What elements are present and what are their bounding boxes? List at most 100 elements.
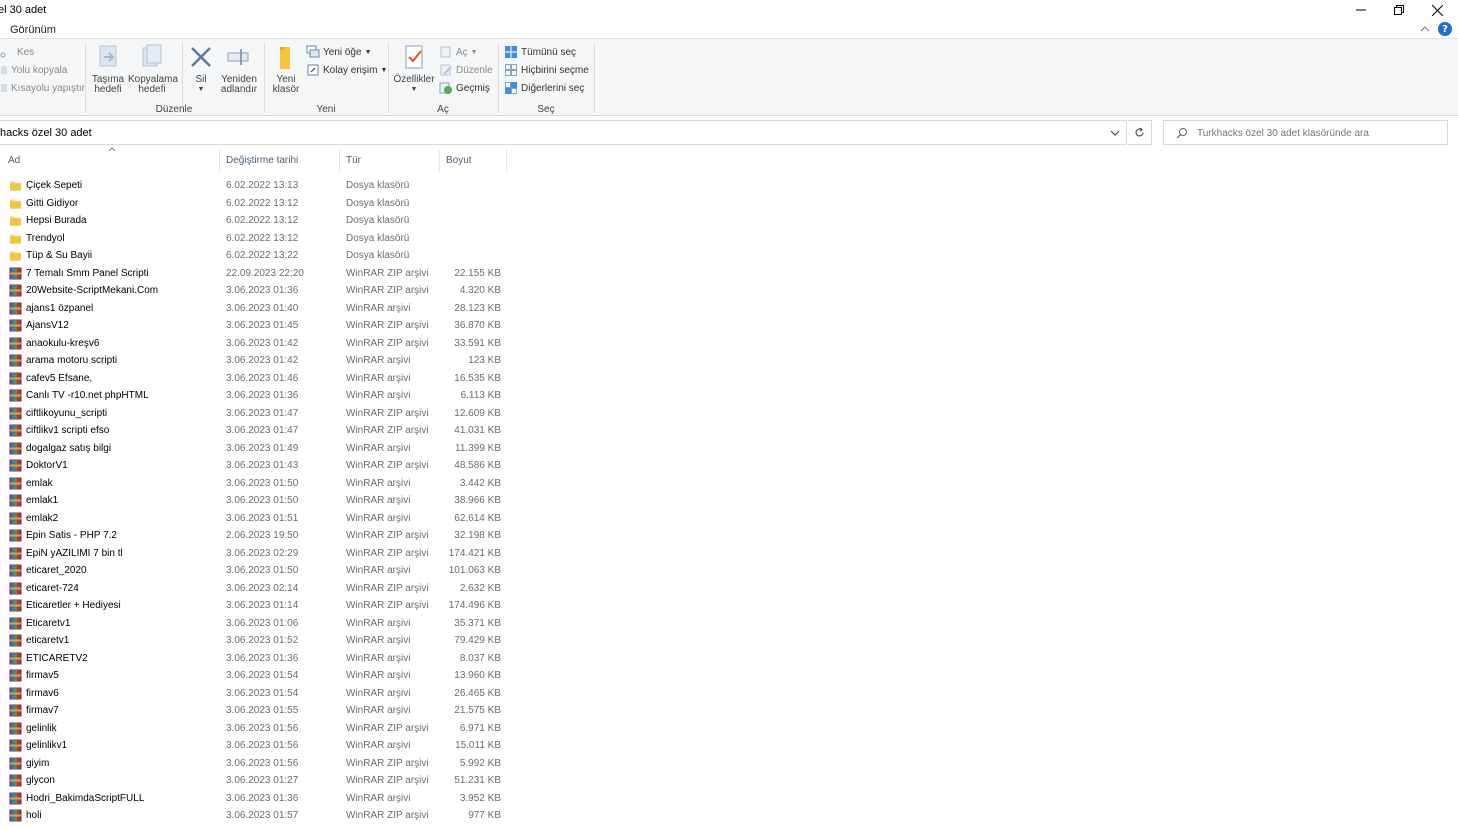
file-name: gelinlikv1 <box>26 740 68 751</box>
file-type: WinRAR arşivi <box>346 635 411 646</box>
file-row[interactable]: 7 Temalı Smm Panel Scripti 22.09.2023 22:… <box>0 265 515 283</box>
file-row[interactable]: Epin Satis - PHP 7.2 2.06.2023 19:50 WinRA… <box>0 527 515 545</box>
winrar-archive-icon <box>9 529 22 542</box>
file-row[interactable]: anaokulu-kreşv6 3.06.2023 01:42 WinRAR ZIP… <box>0 335 515 353</box>
file-row[interactable]: eticaretv1 3.06.2023 01:52 WinRAR arşivi 79… <box>0 632 515 650</box>
file-row[interactable]: ciftlikoyunu_scripti 3.06.2023 01:47 WinRA… <box>0 405 515 423</box>
file-row[interactable]: EpiN yAZILIMI 7 bin tl 3.06.2023 02:29 Win… <box>0 545 515 563</box>
file-row[interactable]: emlak2 3.06.2023 01:51 WinRAR arşivi 62.614… <box>0 510 515 528</box>
file-row[interactable]: ETICARETV2 3.06.2023 01:36 WinRAR arşivi 8.… <box>0 650 515 668</box>
file-row[interactable]: firmav7 3.06.2023 01:55 WinRAR arşivi 21.57… <box>0 702 515 720</box>
edit-button[interactable]: Düzenle <box>439 62 493 78</box>
file-size: 22.155 KB <box>454 267 501 279</box>
file-row[interactable]: eticaret-724 3.06.2023 02:14 WinRAR ZIP ar… <box>0 580 515 598</box>
file-type: WinRAR arşivi <box>346 792 411 804</box>
file-row[interactable]: dogalgaz satış bilgi 3.06.2023 01:49 WinRA… <box>0 440 515 458</box>
new-item-button[interactable]: Yeni öğe ▼ <box>306 44 372 60</box>
select-none-icon <box>504 63 518 77</box>
file-modified-date: 3.06.2023 01:55 <box>226 705 299 716</box>
file-row[interactable]: arama motoru scripti 3.06.2023 01:42 WinRA… <box>0 352 515 370</box>
file-type: WinRAR ZIP arşivi <box>346 267 429 279</box>
file-row[interactable]: emlak1 3.06.2023 01:50 WinRAR arşivi 38.966… <box>0 492 515 510</box>
file-row[interactable]: firmav5 3.06.2023 01:54 WinRAR arşivi 13.96… <box>0 667 515 685</box>
easy-access-button[interactable]: Kolay erişim ▼ <box>306 62 387 78</box>
winrar-archive-icon <box>9 337 22 350</box>
address-bar[interactable]: hacks özel 30 adet <box>0 120 1127 145</box>
file-name: emlak <box>26 477 53 489</box>
file-row[interactable]: Çiçek Sepeti 6.02.2022 13:13 Dosya klasörü <box>0 177 515 195</box>
file-row[interactable]: DoktorV1 3.06.2023 01:43 WinRAR ZIP arşivi… <box>0 457 515 475</box>
file-type: WinRAR ZIP arşivi <box>346 547 429 559</box>
file-size: 41.031 KB <box>454 425 501 436</box>
paste-shortcut-icon <box>0 81 8 95</box>
move-to-button[interactable]: Taşıma hedefi <box>89 43 127 95</box>
file-row[interactable]: Trendyol 6.02.2022 13:12 Dosya klasörü <box>0 230 515 248</box>
file-row[interactable]: gelinlikv1 3.06.2023 01:56 WinRAR arşivi 15… <box>0 737 515 755</box>
chevron-down-icon[interactable] <box>1110 129 1120 137</box>
column-header-modified[interactable]: Değiştirme tarihi <box>220 150 340 172</box>
search-box[interactable] <box>1163 120 1448 145</box>
help-button[interactable]: ? <box>1438 22 1452 36</box>
column-header-type[interactable]: Tür <box>340 150 440 172</box>
file-row[interactable]: Tüp & Su Bayii 6.02.2022 13:22 Dosya klasö… <box>0 247 515 265</box>
winrar-archive-icon <box>9 792 22 805</box>
cut-button[interactable]: Kes <box>0 44 34 60</box>
select-none-button[interactable]: Hiçbirini seçme <box>504 62 589 78</box>
file-row[interactable]: Eticaretv1 3.06.2023 01:06 WinRAR arşivi 35… <box>0 615 515 633</box>
file-row[interactable]: AjansV12 3.06.2023 01:45 WinRAR ZIP arşivi… <box>0 317 515 335</box>
delete-dropdown-icon[interactable]: ▼ <box>186 85 216 95</box>
new-folder-icon <box>280 47 290 69</box>
file-row[interactable]: cafev5 Efsane, 3.06.2023 01:46 WinRAR arşi… <box>0 370 515 388</box>
file-row[interactable]: emlak 3.06.2023 01:50 WinRAR arşivi 3.442 K… <box>0 475 515 493</box>
close-button[interactable] <box>1418 0 1456 20</box>
paste-shortcut-button[interactable]: Kısayolu yapıştır <box>0 80 85 96</box>
collapse-ribbon-icon[interactable] <box>1420 24 1430 34</box>
new-folder-button[interactable]: Yeni klasör <box>269 43 303 95</box>
file-size: 28.123 KB <box>454 302 501 314</box>
file-name: AjansV12 <box>26 320 69 331</box>
copy-to-button[interactable]: Kopyalama hedefi <box>128 43 178 95</box>
properties-dropdown-icon[interactable]: ▼ <box>392 85 436 95</box>
refresh-button[interactable] <box>1128 120 1152 145</box>
tab-gorunum[interactable]: Görünüm <box>10 24 56 36</box>
properties-button[interactable]: Özellikler ▼ <box>392 43 436 95</box>
file-name: eticaretv1 <box>26 635 70 646</box>
copy-path-button[interactable]: Yolu kopyala <box>0 62 67 78</box>
file-row[interactable]: firmav6 3.06.2023 01:54 WinRAR arşivi 26.46… <box>0 685 515 703</box>
group-label-duzenle: Düzenle <box>155 104 193 115</box>
file-list: Çiçek Sepeti 6.02.2022 13:13 Dosya klasörü… <box>0 177 520 825</box>
file-row[interactable]: 20Website-ScriptMekani.Com 3.06.2023 01:3… <box>0 282 515 300</box>
file-row[interactable]: ciftlikv1 scripti efso 3.06.2023 01:47 Win… <box>0 422 515 440</box>
file-type: Dosya klasörü <box>346 232 410 244</box>
file-name: emlak2 <box>26 512 59 524</box>
ribbon-tab-row: Görünüm <box>0 20 1458 38</box>
history-button[interactable]: Geçmiş <box>439 80 490 96</box>
select-all-button[interactable]: Tümünü seç <box>504 44 576 60</box>
open-button[interactable]: Aç ▼ <box>439 44 478 60</box>
folder-icon <box>9 249 22 262</box>
winrar-archive-icon <box>9 564 22 577</box>
file-row[interactable]: Gitti Gidiyor 6.02.2022 13:12 Dosya klasör… <box>0 195 515 213</box>
search-input[interactable] <box>1197 125 1442 141</box>
file-row[interactable]: ajans1 özpanel 3.06.2023 01:40 WinRAR arşi… <box>0 300 515 318</box>
file-row[interactable]: Eticaretler + Hediyesi 3.06.2023 01:14 Win… <box>0 597 515 615</box>
file-name: Hodri_BakimdaScriptFULL <box>26 792 145 804</box>
column-header-size[interactable]: Boyut <box>440 150 507 172</box>
file-row[interactable]: glycon 3.06.2023 01:27 WinRAR ZIP arşivi 51… <box>0 772 515 790</box>
column-header-name[interactable]: Ad <box>0 150 220 172</box>
delete-button[interactable]: Sil ▼ <box>186 43 216 95</box>
file-row[interactable]: Hodri_BakimdaScriptFULL 3.06.2023 01:36 Wi… <box>0 790 515 808</box>
minimize-button[interactable] <box>1342 0 1380 20</box>
file-row[interactable]: gelinlik 3.06.2023 01:56 WinRAR ZIP arşivi… <box>0 720 515 738</box>
address-path[interactable]: hacks özel 30 adet <box>0 127 92 139</box>
rename-button[interactable]: Yeniden adlandır <box>218 43 260 95</box>
file-row[interactable]: Canlı TV -r10.net phpHTML 3.06.2023 01:36… <box>0 387 515 405</box>
file-row[interactable]: giyim 3.06.2023 01:56 WinRAR ZIP arşivi 5.9… <box>0 755 515 773</box>
invert-selection-button[interactable]: Diğerlerini seç <box>504 80 584 96</box>
file-name: DoktorV1 <box>26 460 68 471</box>
file-type: WinRAR arşivi <box>346 495 411 506</box>
file-row[interactable]: eticaret_2020 3.06.2023 01:50 WinRAR arşiv… <box>0 562 515 580</box>
file-row[interactable]: Hepsi Burada 6.02.2022 13:12 Dosya klasörü <box>0 212 515 230</box>
file-row[interactable]: holi 3.06.2023 01:57 WinRAR ZIP arşivi 977 … <box>0 807 515 825</box>
restore-button[interactable] <box>1380 0 1418 20</box>
